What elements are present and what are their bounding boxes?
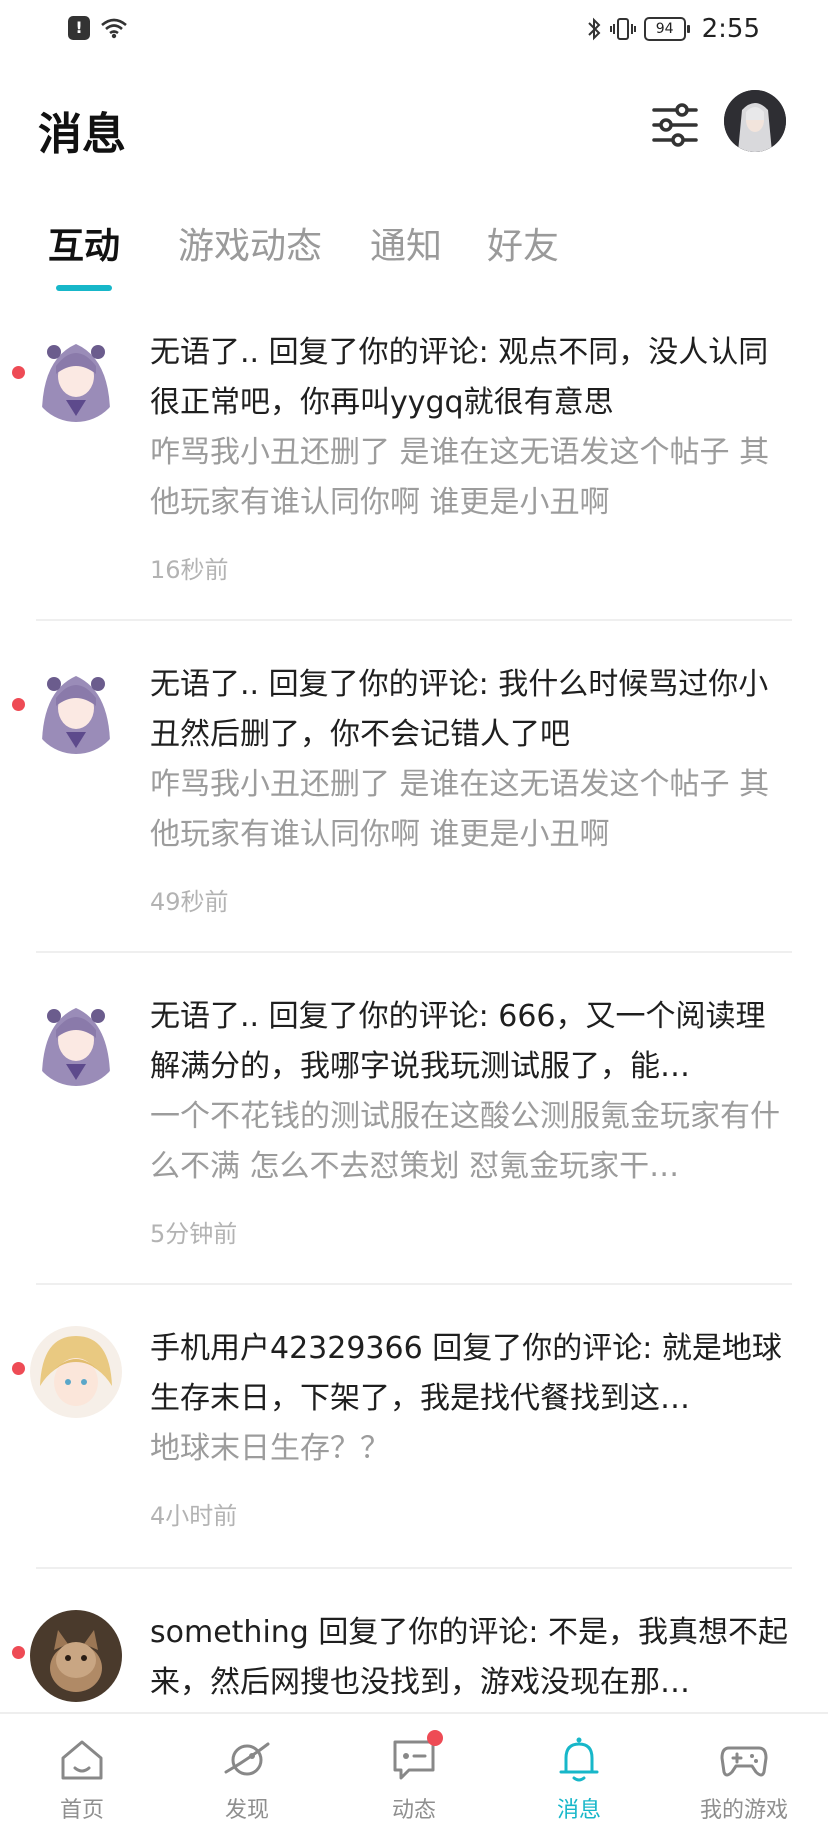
battery-indicator: 94 (643, 17, 690, 41)
nav-feed[interactable]: 动态 (344, 1730, 484, 1824)
divider (36, 951, 792, 953)
message-text: something 回复了你的评论: 不是，我真想不起来，然后网搜也没找到，游戏… (150, 1615, 789, 1700)
planet-icon (222, 1734, 272, 1784)
tab-game-news[interactable]: 游戏动态 (178, 217, 322, 269)
avatar[interactable] (30, 330, 122, 422)
quoted-comment: 一个不花钱的测试服在这酸公测服氪金玩家有什么不满 怎么不去怼策划 怼氪金玩家干… (150, 1099, 780, 1184)
timestamp: 4小时前 (150, 1502, 238, 1530)
sliders-icon (652, 103, 698, 147)
avatar[interactable] (30, 1610, 122, 1702)
avatar[interactable] (30, 1326, 122, 1418)
timestamp: 16秒前 (150, 556, 229, 584)
nav-discover[interactable]: 发现 (177, 1734, 317, 1824)
tab-notifications[interactable]: 通知 (370, 217, 442, 269)
message-tabs: 互动 游戏动态 通知 好友 (0, 205, 828, 295)
message-text: 无语了.. 回复了你的评论: 我什么时候骂过你小丑然后删了，你不会记错人了吧 (150, 667, 769, 752)
message-text: 无语了.. 回复了你的评论: 666，又一个阅读理解满分的，我哪字说我玩测试服了… (150, 999, 766, 1084)
divider (36, 1567, 792, 1569)
nav-home[interactable]: 首页 (12, 1734, 152, 1824)
timestamp: 49秒前 (150, 888, 229, 916)
page-title: 消息 (38, 109, 126, 160)
divider (36, 619, 792, 621)
notification-badge (427, 1730, 443, 1746)
unread-dot (12, 1646, 25, 1659)
bluetooth-icon (587, 17, 601, 41)
quoted-comment: 地球末日生存？？ (150, 1431, 390, 1466)
chat-icon (389, 1730, 443, 1784)
clock: 2:55 (701, 14, 760, 44)
header: 消息 (0, 80, 828, 170)
message-text: 手机用户42329366 回复了你的评论: 就是地球生存末日，下架了，我是找代餐… (150, 1331, 782, 1416)
bottom-nav: 首页 发现 动态 消息 我的游戏 (0, 1712, 828, 1842)
status-bar: ! 94 2:55 (0, 0, 828, 60)
tab-friends[interactable]: 好友 (487, 217, 559, 269)
timestamp: 5分钟前 (150, 1220, 238, 1248)
message-text: 无语了.. 回复了你的评论: 观点不同，没人认同很正常吧，你再叫yygq就很有意… (150, 335, 769, 420)
filter-button[interactable] (648, 98, 702, 152)
divider (36, 1283, 792, 1285)
nav-my-games[interactable]: 我的游戏 (674, 1734, 814, 1824)
alert-icon: ! (68, 16, 90, 40)
user-avatar[interactable] (724, 90, 786, 152)
home-icon (57, 1734, 107, 1784)
avatar[interactable] (30, 662, 122, 754)
avatar[interactable] (30, 994, 122, 1086)
tab-interaction[interactable]: 互动 (48, 217, 120, 269)
wifi-icon (101, 18, 127, 39)
vibrate-icon (609, 18, 636, 40)
unread-dot (12, 698, 25, 711)
gamepad-icon (719, 1734, 769, 1784)
quoted-comment: 咋骂我小丑还删了 是谁在这无语发这个帖子 其他玩家有谁认同你啊 谁更是小丑啊 (150, 435, 770, 520)
active-tab-indicator (56, 285, 112, 291)
quoted-comment: 咋骂我小丑还删了 是谁在这无语发这个帖子 其他玩家有谁认同你啊 谁更是小丑啊 (150, 767, 770, 852)
unread-dot (12, 1362, 25, 1375)
bell-icon (554, 1734, 604, 1784)
unread-dot (12, 366, 25, 379)
nav-messages[interactable]: 消息 (509, 1734, 649, 1824)
